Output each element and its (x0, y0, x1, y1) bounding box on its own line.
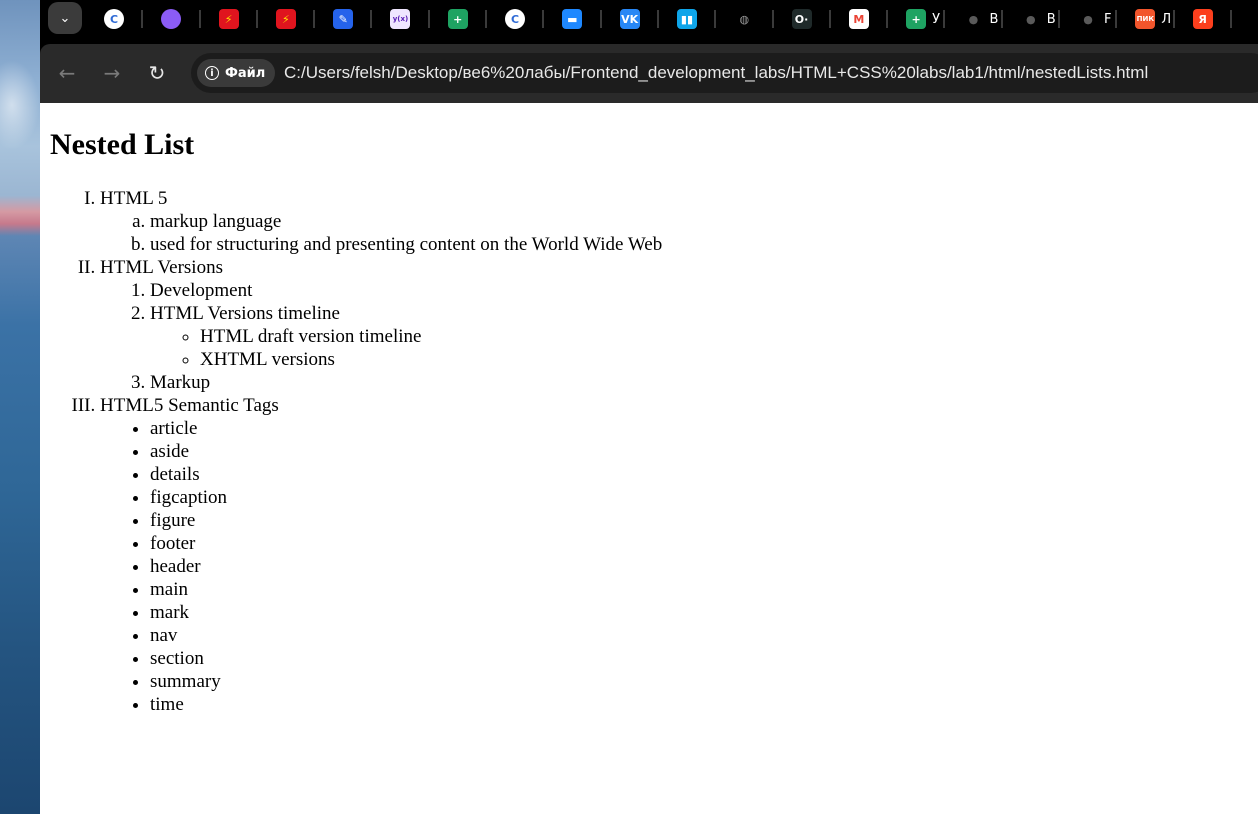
page-title: Nested List (50, 128, 195, 161)
vk-icon: VK (619, 9, 640, 29)
browser-tab[interactable]: ПИК Л (1117, 0, 1175, 38)
browser-tab[interactable]: y(x) (372, 0, 431, 38)
browser-tab[interactable]: C (86, 0, 144, 38)
yandex-icon: Я (1192, 9, 1213, 29)
browser-tab[interactable]: ▬ (544, 0, 602, 38)
list-item: article (150, 417, 662, 440)
yfx-icon: y(x) (390, 9, 411, 29)
arrow-left-icon: ← (58, 61, 76, 85)
list-item: time (150, 693, 662, 716)
browser-tab[interactable]: M (831, 0, 889, 38)
list-item-label: HTML Versions timeline (150, 303, 340, 324)
chat-bubble-icon: ▬ (562, 9, 583, 29)
tab-title: F (1104, 11, 1112, 27)
nested-list-root: HTML 5 markup language used for structur… (100, 187, 662, 716)
list-item: figure (150, 509, 662, 532)
list-item-label: HTML5 Semantic Tags (100, 395, 279, 416)
copyleaks-icon: C (505, 9, 526, 29)
forward-button[interactable]: → (95, 56, 129, 90)
globe-icon: ◍ (734, 9, 755, 29)
url-text[interactable]: C:/Users/felsh/Desktop/ве6%20лабы/Fronte… (284, 63, 1148, 83)
lightning-red-icon: ⚡ (218, 9, 239, 29)
alice-icon (161, 9, 182, 29)
github-icon: ● (1020, 9, 1041, 29)
browser-tab[interactable]: ● В (1003, 0, 1061, 38)
chevron-down-icon: ⌄ (59, 10, 71, 26)
list-item: XHTML versions (200, 348, 662, 371)
tab-strip: ⌄ C ⚡ ⚡ ✎ y(x) + C ▬ VK ▮▮ ◍ O· M + У ● В ● В ● F ПИК Л Я (40, 0, 1258, 40)
list-item: used for structuring and presenting cont… (150, 233, 662, 256)
browser-tab[interactable]: Я (1175, 0, 1233, 38)
tab-list: C ⚡ ⚡ ✎ y(x) + C ▬ VK ▮▮ ◍ O· M + У ● В ● В ● F ПИК Л Я (86, 0, 1233, 38)
list-item: HTML 5 markup language used for structur… (100, 187, 662, 256)
list-item: HTML Versions Development HTML Versions … (100, 256, 662, 394)
browser-tab[interactable]: C (487, 0, 545, 38)
pencil-blue-icon: ✎ (333, 9, 354, 29)
list-item: nav (150, 624, 662, 647)
site-info-chip[interactable]: i Файл (197, 59, 276, 87)
copyleaks-icon: C (104, 9, 124, 29)
tab-title: Л (1161, 11, 1172, 27)
list-item: HTML5 Semantic Tags article aside detail… (100, 394, 662, 716)
list-item: summary (150, 670, 662, 693)
list-item: header (150, 555, 662, 578)
browser-tab[interactable]: ◍ (716, 0, 774, 38)
list-item: HTML Versions timeline HTML draft versio… (150, 302, 662, 371)
sublist-disc: article aside details figcaption figure … (100, 417, 662, 716)
list-item: figcaption (150, 486, 662, 509)
browser-tab[interactable]: + У (888, 0, 946, 38)
pik-icon: ПИК (1135, 9, 1156, 29)
list-item: main (150, 578, 662, 601)
reload-button[interactable]: ↻ (140, 56, 174, 90)
tab-title: В (989, 11, 999, 27)
browser-tab[interactable]: ✎ (315, 0, 373, 38)
sublist-alpha: markup language used for structuring and… (100, 210, 662, 256)
site-chip-label: Файл (225, 65, 266, 81)
back-button[interactable]: ← (50, 56, 84, 90)
tab-title: У (932, 11, 941, 27)
list-item: HTML draft version timeline (200, 325, 662, 348)
sublist-decimal: Development HTML Versions timeline HTML … (100, 279, 662, 394)
list-item: mark (150, 601, 662, 624)
browser-tab[interactable]: ⚡ (201, 0, 259, 38)
github-icon: ● (1078, 9, 1099, 29)
gmail-icon: M (848, 9, 869, 29)
browser-tab[interactable]: ⚡ (258, 0, 316, 38)
browser-toolbar: ← → ↻ i Файл C:/Users/felsh/Desktop/ве6%… (40, 44, 1258, 103)
browser-tab[interactable]: + (430, 0, 488, 38)
list-item: aside (150, 440, 662, 463)
list-item: footer (150, 532, 662, 555)
arrow-right-icon: → (103, 61, 121, 85)
google-sheets-plus-icon: + (906, 9, 927, 29)
browser-tab[interactable]: O· (774, 0, 832, 38)
browser-tab[interactable] (143, 0, 201, 38)
desktop-wallpaper (0, 0, 40, 814)
list-item-label: HTML Versions (100, 257, 223, 278)
book-stack-icon: ▮▮ (676, 9, 697, 29)
google-sheets-plus-icon: + (447, 9, 468, 29)
list-item-label: HTML 5 (100, 188, 168, 209)
page-content: Nested List HTML 5 markup language used … (40, 103, 1258, 814)
list-item: markup language (150, 210, 662, 233)
sublist-circle: HTML draft version timeline XHTML versio… (150, 325, 662, 371)
tab-search-button[interactable]: ⌄ (48, 2, 82, 34)
lightning-red-icon: ⚡ (275, 9, 296, 29)
list-item: details (150, 463, 662, 486)
codec-icon: O· (791, 9, 812, 29)
github-icon: ● (963, 9, 984, 29)
browser-tab[interactable]: VK (602, 0, 660, 38)
browser-tab[interactable]: ● В (945, 0, 1004, 38)
browser-chrome: ⌄ C ⚡ ⚡ ✎ y(x) + C ▬ VK ▮▮ ◍ O· M + У ● В ● В ● F ПИК Л Я ← → ↻… (40, 0, 1258, 103)
reload-icon: ↻ (148, 61, 166, 85)
browser-tab[interactable]: ● F (1060, 0, 1118, 38)
list-item: section (150, 647, 662, 670)
info-icon: i (205, 66, 219, 80)
tab-title: В (1046, 11, 1056, 27)
list-item: Markup (150, 371, 662, 394)
browser-tab[interactable]: ▮▮ (659, 0, 717, 38)
list-item: Development (150, 279, 662, 302)
address-bar[interactable]: i Файл C:/Users/felsh/Desktop/ве6%20лабы… (191, 53, 1258, 93)
